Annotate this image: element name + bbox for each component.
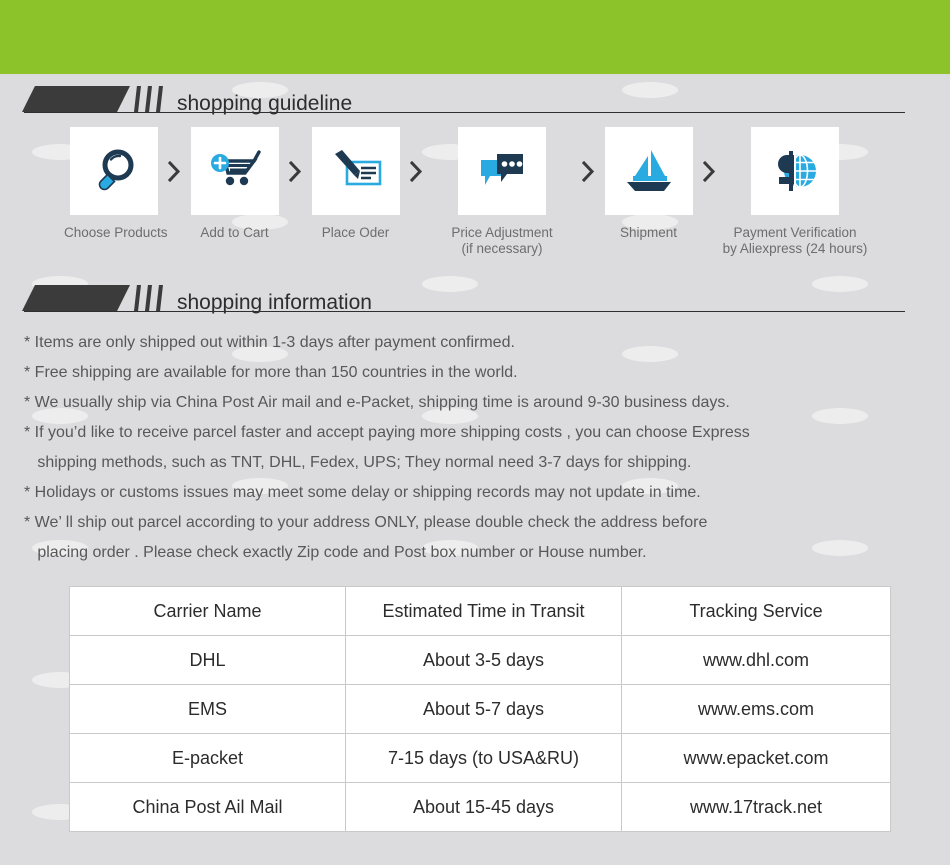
banner-slash-icon bbox=[145, 86, 152, 112]
chevron-right-icon bbox=[405, 127, 427, 215]
chevron-right-icon bbox=[577, 127, 599, 215]
guideline-divider bbox=[24, 112, 905, 113]
step-label: Place Oder bbox=[306, 225, 405, 241]
info-line: * If you’d like to receive parcel faster… bbox=[24, 424, 750, 441]
chevron-right-icon bbox=[698, 127, 720, 215]
info-line: * Items are only shipped out within 1-3 … bbox=[24, 334, 515, 351]
column-header-carrier-name: Carrier Name bbox=[69, 586, 346, 636]
add-to-cart-icon bbox=[210, 150, 261, 186]
step-icon-box bbox=[311, 127, 400, 215]
banner-slash-icon bbox=[156, 285, 163, 311]
step-label-line2: by Aliexpress (24 hours) bbox=[722, 241, 868, 256]
table-row: DHL About 3-5 days www.dhl.com bbox=[69, 635, 891, 685]
banner-slash-icon bbox=[134, 86, 141, 112]
cell-carrier-name: EMS bbox=[69, 684, 346, 734]
cell-estimated-time: About 5-7 days bbox=[345, 684, 622, 734]
step-label-line2: (if necessary) bbox=[461, 241, 543, 256]
table-row: E-packet 7-15 days (to USA&RU) www.epack… bbox=[69, 733, 891, 783]
column-header-estimated-time: Estimated Time in Transit bbox=[345, 586, 622, 636]
cell-tracking-service: www.dhl.com bbox=[621, 635, 891, 685]
guideline-steps: Choose Products Add to Cart Place Oder P… bbox=[0, 127, 950, 257]
info-line: shipping methods, such as TNT, DHL, Fede… bbox=[24, 454, 692, 471]
step-icon-box bbox=[751, 127, 839, 215]
cell-estimated-time: 7-15 days (to USA&RU) bbox=[345, 733, 622, 783]
cell-tracking-service: www.17track.net bbox=[621, 782, 891, 832]
shipping-info-list: * Items are only shipped out within 1-3 … bbox=[0, 328, 950, 568]
banner-slash-icon bbox=[145, 285, 152, 311]
step-payment-verification[interactable]: Payment Verification by Aliexpress (24 h… bbox=[720, 127, 870, 257]
chat-bubbles-icon bbox=[481, 154, 523, 185]
information-rule-holder bbox=[0, 311, 950, 312]
cell-carrier-name: E-packet bbox=[69, 733, 346, 783]
info-line: * Free shipping are available for more t… bbox=[24, 364, 518, 381]
step-label: Choose Products bbox=[64, 225, 168, 241]
step-choose-products[interactable]: Choose Products bbox=[64, 127, 168, 241]
step-label: Add to Cart bbox=[185, 225, 284, 241]
cell-tracking-service: www.epacket.com bbox=[621, 733, 891, 783]
step-icon-box bbox=[458, 127, 546, 215]
step-shipment[interactable]: Shipment bbox=[599, 127, 698, 241]
step-label: Payment Verification by Aliexpress (24 h… bbox=[720, 225, 870, 257]
step-place-oder[interactable]: Place Oder bbox=[306, 127, 405, 241]
info-line: * We usually ship via China Post Air mai… bbox=[24, 394, 730, 411]
shopping-guideline-header: shopping guideline bbox=[22, 74, 950, 115]
cell-carrier-name: China Post Ail Mail bbox=[69, 782, 346, 832]
step-label-line1: Payment Verification bbox=[733, 225, 857, 240]
carrier-table-wrap: Carrier Name Estimated Time in Transit T… bbox=[0, 586, 950, 832]
cell-tracking-service: www.ems.com bbox=[621, 684, 891, 734]
step-label: Shipment bbox=[599, 225, 698, 241]
chevron-right-icon bbox=[284, 127, 306, 215]
step-icon-box bbox=[604, 127, 693, 215]
info-line: * Holidays or customs issues may meet so… bbox=[24, 484, 701, 501]
step-label-line1: Price Adjustment bbox=[451, 225, 553, 240]
cell-estimated-time: About 3-5 days bbox=[345, 635, 622, 685]
information-divider bbox=[24, 311, 905, 312]
info-line: placing order . Please check exactly Zip… bbox=[24, 544, 647, 561]
sailboat-icon bbox=[626, 150, 671, 191]
step-add-to-cart[interactable]: Add to Cart bbox=[185, 127, 284, 241]
guideline-rule-holder bbox=[0, 112, 950, 113]
dollar-globe-icon bbox=[778, 151, 816, 191]
table-header-row: Carrier Name Estimated Time in Transit T… bbox=[69, 586, 891, 636]
step-label-line1: Add to Cart bbox=[200, 225, 269, 240]
banner-block-icon bbox=[22, 285, 130, 311]
step-label-line1: Choose Products bbox=[64, 225, 168, 240]
step-label: Price Adjustment (if necessary) bbox=[427, 225, 577, 257]
section-title-information: shopping information bbox=[177, 291, 372, 314]
green-header-band bbox=[0, 0, 950, 74]
step-label-line1: Place Oder bbox=[321, 225, 390, 240]
column-header-tracking-service: Tracking Service bbox=[621, 586, 891, 636]
pen-cheque-icon bbox=[334, 150, 381, 186]
step-icon-box bbox=[69, 127, 158, 215]
magnifier-icon bbox=[98, 149, 133, 191]
banner-decoration bbox=[22, 285, 163, 311]
section-title-guideline: shopping guideline bbox=[177, 92, 353, 115]
banner-decoration bbox=[22, 86, 163, 112]
step-icon-box bbox=[190, 127, 279, 215]
carrier-table: Carrier Name Estimated Time in Transit T… bbox=[69, 586, 891, 832]
cell-estimated-time: About 15-45 days bbox=[345, 782, 622, 832]
banner-slash-icon bbox=[156, 86, 163, 112]
cell-carrier-name: DHL bbox=[69, 635, 346, 685]
chevron-right-icon bbox=[163, 127, 185, 215]
shopping-information-header: shopping information bbox=[22, 273, 950, 314]
step-label-line1: Shipment bbox=[619, 225, 678, 240]
step-price-adjustment[interactable]: Price Adjustment (if necessary) bbox=[427, 127, 577, 257]
table-row: China Post Ail Mail About 15-45 days www… bbox=[69, 782, 891, 832]
info-line: * We’ ll ship out parcel according to yo… bbox=[24, 514, 708, 531]
page-root: shopping guideline Choose Products Add t… bbox=[0, 0, 950, 832]
banner-block-icon bbox=[22, 86, 130, 112]
banner-slash-icon bbox=[134, 285, 141, 311]
table-row: EMS About 5-7 days www.ems.com bbox=[69, 684, 891, 734]
